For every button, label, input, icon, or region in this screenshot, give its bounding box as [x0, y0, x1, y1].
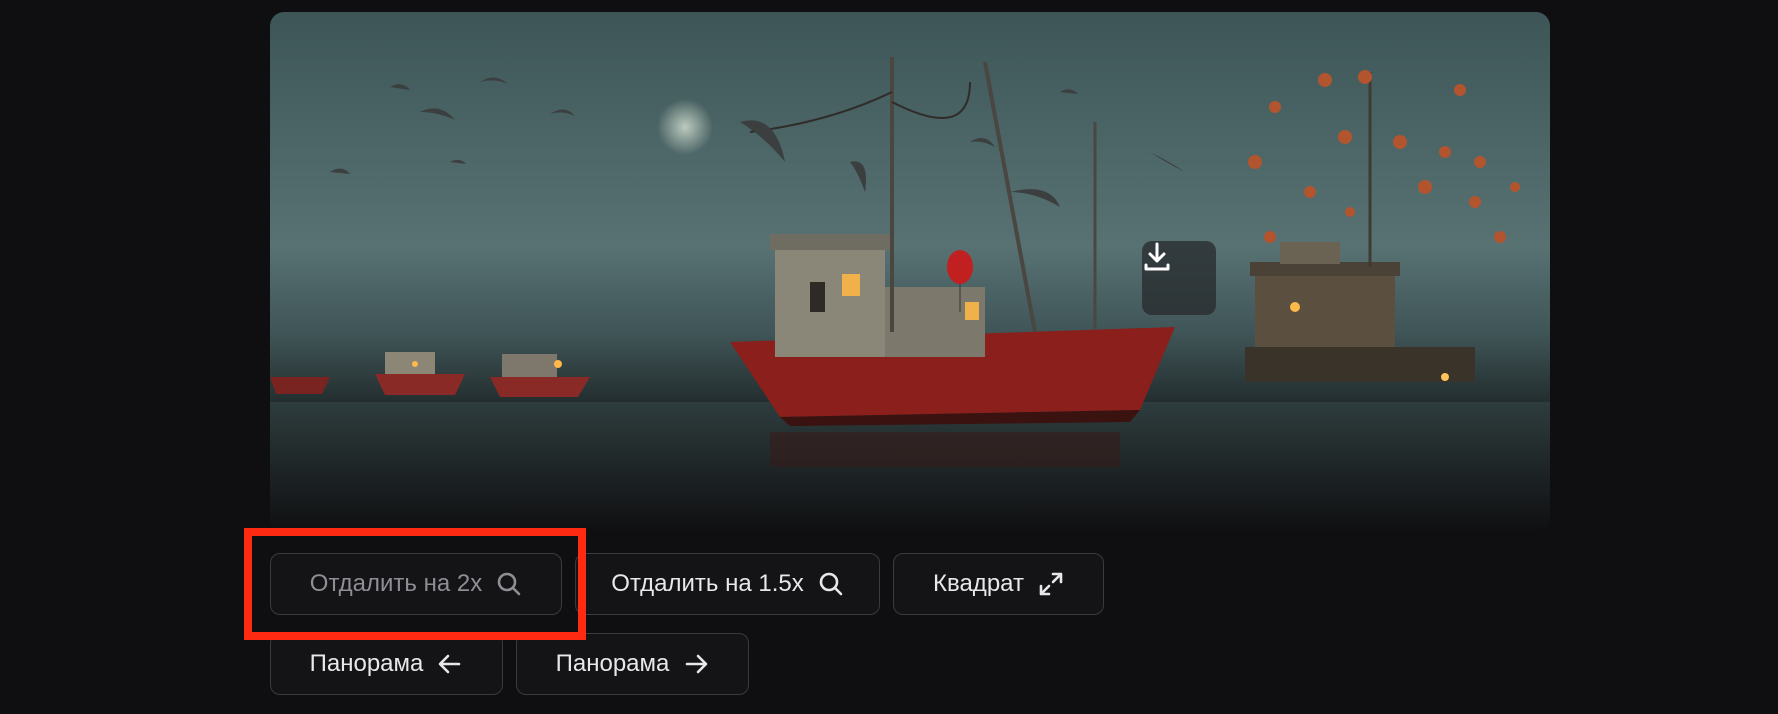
pan-left-button[interactable]: Панорама	[270, 633, 503, 695]
download-button[interactable]	[1142, 241, 1216, 315]
download-icon	[1144, 242, 1170, 271]
zoom-out-1-5x-label: Отдалить на 1.5x	[611, 570, 804, 597]
zoom-out-1-5x-button[interactable]: Отдалить на 1.5x	[575, 553, 880, 615]
search-icon	[818, 571, 844, 597]
search-icon	[496, 571, 522, 597]
harbor-scene-illustration	[270, 57, 1550, 532]
arrow-right-icon	[683, 651, 709, 677]
zoom-out-2x-label: Отдалить на 2x	[309, 570, 483, 597]
pan-left-label: Панорама	[309, 650, 424, 677]
pan-right-label: Панорама	[555, 650, 670, 677]
square-button[interactable]: Квадрат	[893, 553, 1104, 615]
square-label: Квадрат	[933, 570, 1024, 597]
expand-icon	[1038, 571, 1064, 597]
arrow-left-icon	[437, 651, 463, 677]
zoom-out-2x-button[interactable]: Отдалить на 2x	[270, 553, 562, 615]
pan-right-button[interactable]: Панорама	[516, 633, 749, 695]
generated-image	[270, 12, 1550, 532]
